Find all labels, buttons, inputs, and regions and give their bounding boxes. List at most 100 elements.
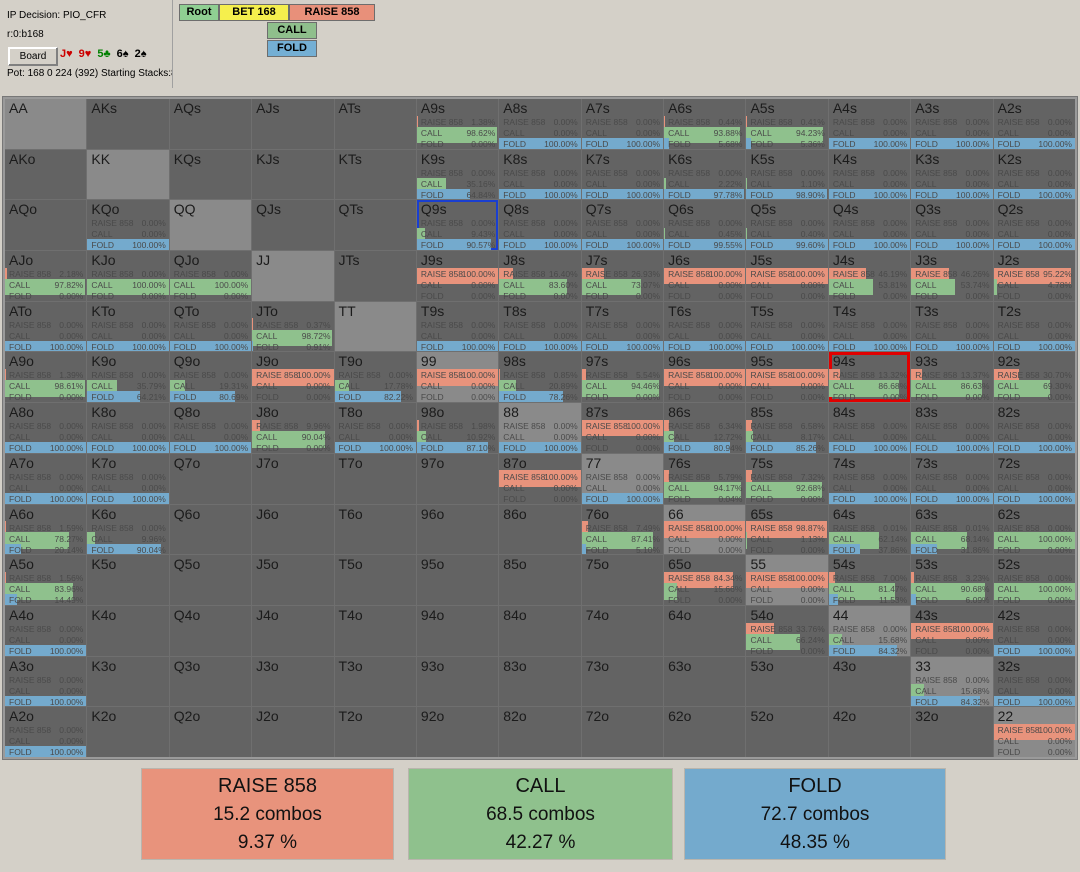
range-cell-A3s[interactable]: A3s RAISE 858 0.00% CALL 0.00% FOLD 100.00% xyxy=(911,99,993,149)
range-cell-93o[interactable]: 93o xyxy=(416,656,499,707)
range-cell-A6s[interactable]: A6s RAISE 858 0.44% CALL 93.88% FOLD 5.68% xyxy=(664,99,746,149)
range-cell-76o[interactable]: 76o RAISE 858 7.49% CALL 87.41% FOLD 5.10% xyxy=(581,504,664,555)
range-cell-K4o[interactable]: K4o xyxy=(87,605,169,656)
range-cell-Q7o[interactable]: Q7o xyxy=(169,453,252,504)
range-cell-84o[interactable]: 84o xyxy=(499,605,581,656)
range-cell-Q9o[interactable]: Q9o RAISE 858 0.00% CALL 19.31% FOLD 80.69% xyxy=(169,352,252,403)
range-cell-87o[interactable]: 87o RAISE 858 100.00% CALL 0.00% FOLD 0.00% xyxy=(499,453,581,504)
range-cell-74o[interactable]: 74o xyxy=(581,605,664,656)
range-cell-T3s[interactable]: T3s RAISE 858 0.00% CALL 0.00% FOLD 100.00% xyxy=(911,301,993,352)
range-cell-T2s[interactable]: T2s RAISE 858 0.00% CALL 0.00% FOLD 100.00% xyxy=(993,301,1075,352)
range-cell-T5s[interactable]: T5s RAISE 858 0.00% CALL 0.00% FOLD 100.00% xyxy=(746,301,828,352)
range-cell-AA[interactable]: AA xyxy=(5,99,87,149)
range-cell-75s[interactable]: 75s RAISE 858 7.32% CALL 92.68% FOLD 0.00% xyxy=(746,453,828,504)
range-cell-Q2o[interactable]: Q2o xyxy=(169,707,252,757)
tree-node-call[interactable]: CALL xyxy=(267,22,317,39)
range-cell-64s[interactable]: 64s RAISE 858 0.01% CALL 62.14% FOLD 37.86% xyxy=(828,504,911,555)
range-cell-T7s[interactable]: T7s RAISE 858 0.00% CALL 0.00% FOLD 100.00% xyxy=(581,301,664,352)
range-cell-94s[interactable]: 94s RAISE 858 13.32% CALL 86.68% FOLD 0.00% xyxy=(828,352,911,403)
range-cell-93s[interactable]: 93s RAISE 858 13.37% CALL 86.63% FOLD 0.00% xyxy=(911,352,993,403)
range-cell-62s[interactable]: 62s RAISE 858 0.00% CALL 100.00% FOLD 0.00% xyxy=(993,504,1075,555)
range-cell-87s[interactable]: 87s RAISE 858 100.00% CALL 0.00% FOLD 0.00% xyxy=(581,403,664,453)
range-cell-Q9s[interactable]: Q9s RAISE 858 0.00% CALL 9.43% FOLD 90.57% xyxy=(416,200,499,251)
range-cell-KJs[interactable]: KJs xyxy=(252,149,334,200)
range-cell-86o[interactable]: 86o xyxy=(499,504,581,555)
range-cell-QJo[interactable]: QJo RAISE 858 0.00% CALL 100.00% FOLD 0.00% xyxy=(169,251,252,301)
range-cell-76s[interactable]: 76s RAISE 858 5.79% CALL 94.17% FOLD 0.04% xyxy=(664,453,746,504)
range-cell-96o[interactable]: 96o xyxy=(416,504,499,555)
range-cell-A3o[interactable]: A3o RAISE 858 0.00% CALL 0.00% FOLD 100.00% xyxy=(5,656,87,707)
range-cell-T3o[interactable]: T3o xyxy=(334,656,416,707)
range-cell-J2o[interactable]: J2o xyxy=(252,707,334,757)
range-cell-J5s[interactable]: J5s RAISE 858 100.00% CALL 0.00% FOLD 0.00% xyxy=(746,251,828,301)
range-cell-J8s[interactable]: J8s RAISE 858 16.40% CALL 83.60% FOLD 0.00% xyxy=(499,251,581,301)
range-cell-52o[interactable]: 52o xyxy=(746,707,828,757)
range-cell-K5s[interactable]: K5s RAISE 858 0.00% CALL 1.10% FOLD 98.90% xyxy=(746,149,828,200)
range-cell-AQs[interactable]: AQs xyxy=(169,99,252,149)
range-cell-J3o[interactable]: J3o xyxy=(252,656,334,707)
range-cell-86s[interactable]: 86s RAISE 858 6.34% CALL 12.72% FOLD 80.94% xyxy=(664,403,746,453)
range-cell-JTs[interactable]: JTs xyxy=(334,251,416,301)
range-cell-J7o[interactable]: J7o xyxy=(252,453,334,504)
range-cell-73o[interactable]: 73o xyxy=(581,656,664,707)
range-cell-53o[interactable]: 53o xyxy=(746,656,828,707)
range-cell-62o[interactable]: 62o xyxy=(664,707,746,757)
range-cell-T9s[interactable]: T9s RAISE 858 0.00% CALL 0.00% FOLD 100.00% xyxy=(416,301,499,352)
range-cell-Q6o[interactable]: Q6o xyxy=(169,504,252,555)
range-cell-98s[interactable]: 98s RAISE 858 0.85% CALL 20.89% FOLD 78.26% xyxy=(499,352,581,403)
range-cell-T2o[interactable]: T2o xyxy=(334,707,416,757)
range-cell-T6o[interactable]: T6o xyxy=(334,504,416,555)
range-cell-J2s[interactable]: J2s RAISE 858 95.22% CALL 4.78% FOLD 0.00% xyxy=(993,251,1075,301)
range-cell-43s[interactable]: 43s RAISE 858 100.00% CALL 0.00% FOLD 0.00% xyxy=(911,605,993,656)
board-button[interactable]: Board xyxy=(8,47,58,66)
range-cell-K6o[interactable]: K6o RAISE 858 0.00% CALL 9.96% FOLD 90.04% xyxy=(87,504,169,555)
range-cell-Q2s[interactable]: Q2s RAISE 858 0.00% CALL 0.00% FOLD 100.00% xyxy=(993,200,1075,251)
range-cell-88[interactable]: 88 RAISE 858 0.00% CALL 0.00% FOLD 100.00% xyxy=(499,403,581,453)
range-cell-72o[interactable]: 72o xyxy=(581,707,664,757)
range-cell-J3s[interactable]: J3s RAISE 858 46.26% CALL 53.74% FOLD 0.00% xyxy=(911,251,993,301)
range-cell-K3s[interactable]: K3s RAISE 858 0.00% CALL 0.00% FOLD 100.00% xyxy=(911,149,993,200)
range-cell-J7s[interactable]: J7s RAISE 858 26.93% CALL 73.07% FOLD 0.00% xyxy=(581,251,664,301)
range-cell-T4s[interactable]: T4s RAISE 858 0.00% CALL 0.00% FOLD 100.00% xyxy=(828,301,911,352)
range-cell-42o[interactable]: 42o xyxy=(828,707,911,757)
range-cell-94o[interactable]: 94o xyxy=(416,605,499,656)
range-cell-Q3s[interactable]: Q3s RAISE 858 0.00% CALL 0.00% FOLD 100.00% xyxy=(911,200,993,251)
range-cell-32s[interactable]: 32s RAISE 858 0.00% CALL 0.00% FOLD 100.00% xyxy=(993,656,1075,707)
range-cell-K7s[interactable]: K7s RAISE 858 0.00% CALL 0.00% FOLD 100.00% xyxy=(581,149,664,200)
range-cell-44[interactable]: 44 RAISE 858 0.00% CALL 15.68% FOLD 84.32% xyxy=(828,605,911,656)
range-cell-K4s[interactable]: K4s RAISE 858 0.00% CALL 0.00% FOLD 100.00% xyxy=(828,149,911,200)
range-cell-66[interactable]: 66 RAISE 858 100.00% CALL 0.00% FOLD 0.00% xyxy=(664,504,746,555)
range-cell-54o[interactable]: 54o RAISE 858 33.76% CALL 66.24% FOLD 0.00% xyxy=(746,605,828,656)
range-cell-KK[interactable]: KK xyxy=(87,149,169,200)
range-cell-A2s[interactable]: A2s RAISE 858 0.00% CALL 0.00% FOLD 100.00% xyxy=(993,99,1075,149)
range-cell-96s[interactable]: 96s RAISE 858 100.00% CALL 0.00% FOLD 0.00% xyxy=(664,352,746,403)
range-cell-54s[interactable]: 54s RAISE 858 7.00% CALL 81.47% FOLD 11.53% xyxy=(828,555,911,605)
range-cell-65s[interactable]: 65s RAISE 858 98.87% CALL 1.13% FOLD 0.00% xyxy=(746,504,828,555)
range-cell-T5o[interactable]: T5o xyxy=(334,555,416,605)
range-grid[interactable]: AA AKs AQs AJs ATs A9s RAISE 858 1.38% CALL 98.62… xyxy=(5,99,1075,757)
range-cell-97s[interactable]: 97s RAISE 858 5.54% CALL 94.46% FOLD 0.00% xyxy=(581,352,664,403)
range-cell-AKs[interactable]: AKs xyxy=(87,99,169,149)
range-cell-TT[interactable]: TT xyxy=(334,301,416,352)
range-cell-73s[interactable]: 73s RAISE 858 0.00% CALL 0.00% FOLD 100.00% xyxy=(911,453,993,504)
tree-node-raise-858[interactable]: RAISE 858 xyxy=(289,4,375,21)
range-cell-Q8s[interactable]: Q8s RAISE 858 0.00% CALL 0.00% FOLD 100.00% xyxy=(499,200,581,251)
summary-fold-box[interactable]: FOLD 72.7 combos 48.35 % xyxy=(684,768,946,860)
range-cell-K5o[interactable]: K5o xyxy=(87,555,169,605)
range-cell-99[interactable]: 99 RAISE 858 100.00% CALL 0.00% FOLD 0.00% xyxy=(416,352,499,403)
range-cell-75o[interactable]: 75o xyxy=(581,555,664,605)
range-cell-92o[interactable]: 92o xyxy=(416,707,499,757)
range-cell-55[interactable]: 55 RAISE 858 100.00% CALL 0.00% FOLD 0.00% xyxy=(746,555,828,605)
range-cell-82s[interactable]: 82s RAISE 858 0.00% CALL 0.00% FOLD 100.00% xyxy=(993,403,1075,453)
range-cell-65o[interactable]: 65o RAISE 858 84.34% CALL 15.66% FOLD 0.00% xyxy=(664,555,746,605)
range-cell-82o[interactable]: 82o xyxy=(499,707,581,757)
range-cell-Q5s[interactable]: Q5s RAISE 858 0.00% CALL 0.40% FOLD 99.60% xyxy=(746,200,828,251)
range-cell-84s[interactable]: 84s RAISE 858 0.00% CALL 0.00% FOLD 100.00% xyxy=(828,403,911,453)
tree-node-fold[interactable]: FOLD xyxy=(267,40,317,57)
range-cell-ATs[interactable]: ATs xyxy=(334,99,416,149)
range-cell-Q8o[interactable]: Q8o RAISE 858 0.00% CALL 0.00% FOLD 100.00% xyxy=(169,403,252,453)
range-cell-K8o[interactable]: K8o RAISE 858 0.00% CALL 0.00% FOLD 100.00% xyxy=(87,403,169,453)
range-cell-A8o[interactable]: A8o RAISE 858 0.00% CALL 0.00% FOLD 100.00% xyxy=(5,403,87,453)
range-cell-T9o[interactable]: T9o RAISE 858 0.00% CALL 17.78% FOLD 82.22% xyxy=(334,352,416,403)
range-cell-K9s[interactable]: K9s RAISE 858 0.00% CALL 35.16% FOLD 64.84% xyxy=(416,149,499,200)
